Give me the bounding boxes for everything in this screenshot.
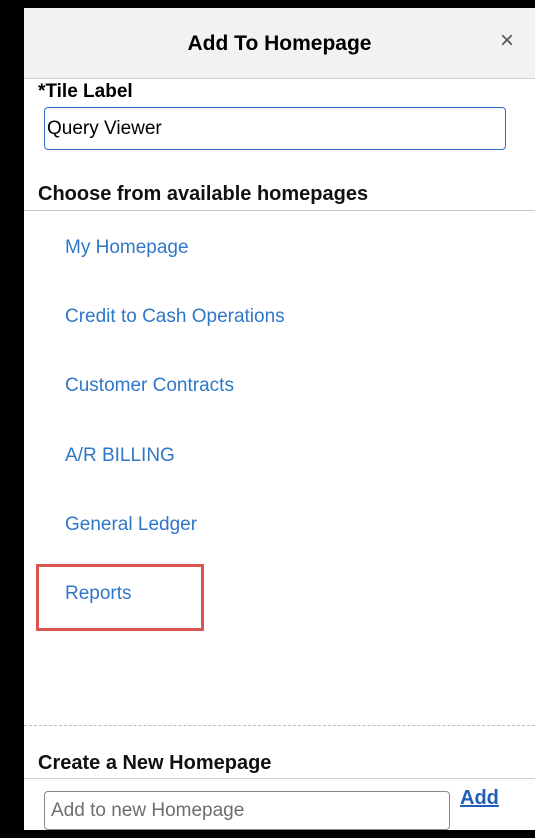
tile-label-input[interactable] (44, 107, 506, 150)
add-to-homepage-dialog: Add To Homepage × *Tile Label Choose fro… (24, 8, 535, 830)
tile-label-caption: *Tile Label (38, 81, 133, 102)
homepage-item-credit-to-cash-operations[interactable]: Credit to Cash Operations (65, 306, 285, 328)
screenshot-frame: Add To Homepage × *Tile Label Choose fro… (0, 0, 535, 838)
create-section-divider (24, 778, 535, 779)
homepage-item-customer-contracts[interactable]: Customer Contracts (65, 375, 234, 397)
homepage-item-ar-billing[interactable]: A/R BILLING (65, 445, 175, 467)
reports-highlight-box (36, 564, 204, 631)
section-divider (24, 210, 535, 211)
dialog-header: Add To Homepage × (24, 8, 535, 79)
add-homepage-link[interactable]: Add (460, 787, 499, 810)
dialog-title: Add To Homepage (187, 32, 372, 55)
close-icon[interactable]: × (492, 26, 522, 56)
homepage-item-general-ledger[interactable]: General Ledger (65, 514, 197, 536)
new-homepage-input[interactable] (44, 791, 450, 830)
dotted-divider (24, 725, 535, 726)
create-homepage-title: Create a New Homepage (38, 752, 272, 774)
choose-homepages-title: Choose from available homepages (38, 183, 369, 205)
homepage-item-my-homepage[interactable]: My Homepage (65, 237, 189, 259)
